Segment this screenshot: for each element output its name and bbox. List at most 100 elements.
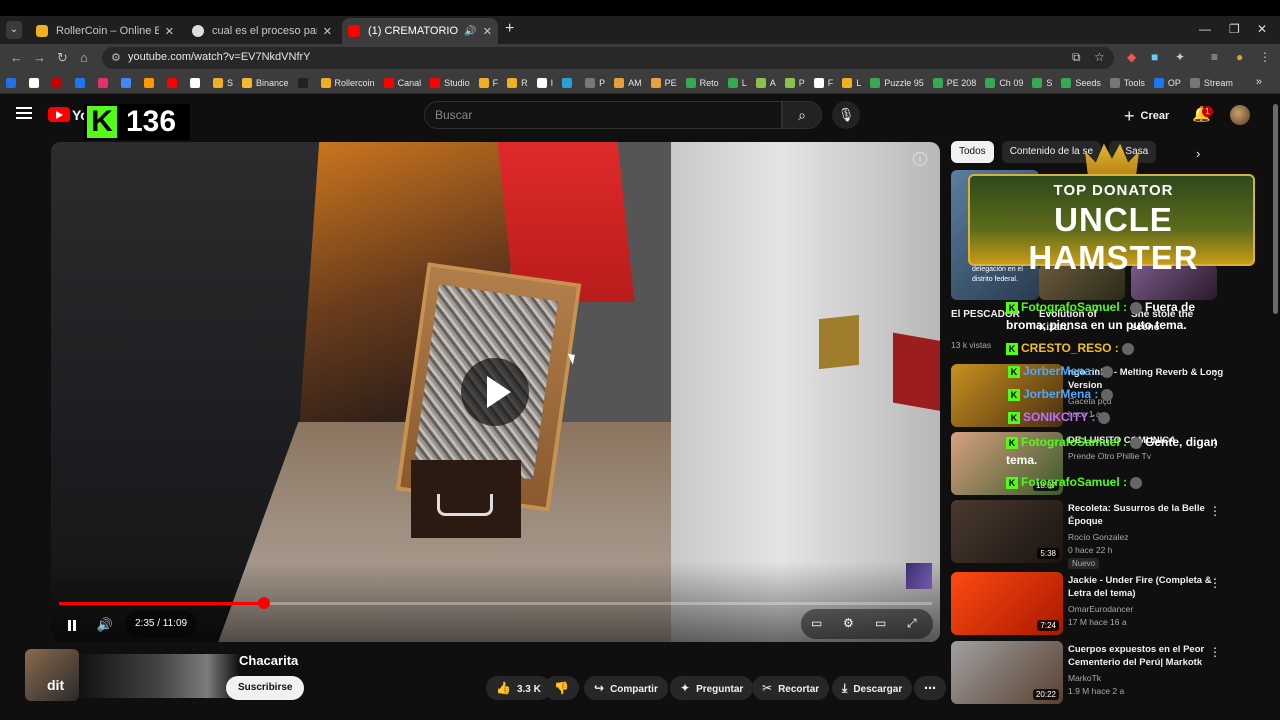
browser-tab-search[interactable]: cual es el proceso para cremar ✕ [186, 18, 338, 44]
play-overlay-button[interactable] [461, 358, 529, 426]
info-icon[interactable]: i [913, 152, 927, 166]
maximize-icon[interactable]: ❐ [1229, 22, 1240, 36]
bookmark-item[interactable]: Rollercoin [320, 77, 375, 88]
bookmark-item[interactable]: F [813, 77, 833, 88]
bookmark-item[interactable] [167, 77, 181, 88]
bookmark-item[interactable] [121, 77, 135, 88]
subtitles-icon[interactable]: ▭ [811, 616, 822, 630]
account-avatar[interactable] [1230, 105, 1250, 125]
new-tab-button[interactable]: + [505, 20, 514, 38]
more-bookmarks-icon[interactable]: » [1256, 76, 1262, 88]
browser-menu-icon[interactable]: ⋮ [1259, 50, 1271, 64]
theater-mode-icon[interactable]: ▭ [875, 616, 886, 630]
more-options-icon[interactable]: ⋮ [1209, 368, 1221, 382]
video-player[interactable]: i 🔊 2:35 / 11:09 ▭ ⚙ ▭ ⤢ [51, 142, 940, 642]
subscribe-button[interactable]: Suscribirse [226, 676, 305, 700]
close-tab-icon[interactable]: ✕ [323, 25, 332, 38]
thumbs-up-button[interactable]: 👍 3.3 K [486, 676, 551, 700]
address-bar[interactable]: ⚙ youtube.com/watch?v=EV7NkdVNfrY [102, 47, 1114, 69]
ask-button[interactable]: ✦ Preguntar [670, 676, 754, 700]
bookmark-item[interactable] [6, 77, 20, 88]
progress-bar[interactable] [59, 597, 932, 609]
bookmark-item[interactable]: PE [650, 77, 677, 88]
tab-search-button[interactable]: ⌄ [6, 21, 22, 39]
bookmark-item[interactable] [98, 77, 112, 88]
bookmark-item[interactable]: L [842, 77, 861, 88]
extensions-puzzle-icon[interactable]: ✦ [1175, 50, 1185, 64]
chevron-right-icon[interactable]: › [1196, 146, 1200, 161]
voice-search-button[interactable]: 🎙 [832, 101, 860, 129]
bookmark-item[interactable] [29, 77, 43, 88]
extension-icon[interactable]: ■ [1151, 50, 1158, 64]
pause-button[interactable] [61, 614, 83, 636]
bookmark-item[interactable] [144, 77, 158, 88]
youtube-logo-icon[interactable] [48, 107, 70, 122]
reload-icon[interactable]: ↻ [57, 50, 68, 66]
download-button[interactable]: ⤓ Descargar [832, 676, 913, 700]
clip-button[interactable]: ✂ Recortar [752, 676, 830, 700]
bookmark-item[interactable]: I [536, 77, 553, 88]
search-button[interactable]: ⌕ [782, 101, 822, 129]
related-video-thumbnail[interactable]: 7:24 [951, 572, 1063, 635]
browser-tab-youtube[interactable]: (1) CREMATORIO - Cemente 🔊 ✕ [342, 18, 498, 44]
speaker-icon[interactable]: 🔊 [464, 26, 476, 37]
volume-icon[interactable]: 🔊 [93, 614, 117, 636]
related-video-channel[interactable]: Rocío Gonzalez [1068, 532, 1128, 542]
bookmark-item[interactable] [52, 77, 66, 88]
settings-gear-icon[interactable]: ⚙ [843, 616, 854, 630]
back-icon[interactable]: ← [10, 50, 23, 65]
close-window-icon[interactable]: ✕ [1257, 22, 1267, 36]
bookmark-item[interactable]: S [213, 77, 233, 88]
bookmark-item[interactable]: Binance [242, 77, 289, 88]
close-tab-icon[interactable]: ✕ [165, 25, 174, 38]
menu-icon[interactable] [16, 107, 32, 119]
bookmark-item[interactable]: S [1032, 77, 1052, 88]
bookmark-item[interactable]: Tools [1109, 77, 1145, 88]
more-options-icon[interactable]: ⋮ [1209, 645, 1221, 659]
bookmark-item[interactable]: AM [614, 77, 642, 88]
bookmark-item[interactable]: R [507, 77, 528, 88]
more-options-icon[interactable]: ⋮ [1209, 504, 1221, 518]
related-video-channel[interactable]: OmarEurodancer [1068, 604, 1133, 614]
thumbs-down-button[interactable]: 👎 [544, 676, 579, 700]
close-tab-icon[interactable]: ✕ [483, 25, 492, 38]
related-video-channel[interactable]: MarkoTk [1068, 673, 1101, 683]
bookmark-item[interactable] [190, 77, 204, 88]
more-options-icon[interactable]: ⋮ [1209, 576, 1221, 590]
channel-avatar[interactable]: dit [25, 649, 79, 701]
forward-icon[interactable]: → [33, 50, 46, 65]
site-info-icon[interactable]: ⚙ [111, 51, 121, 64]
home-icon[interactable]: ⌂ [80, 50, 88, 65]
search-input[interactable]: Buscar [424, 101, 782, 129]
bookmark-item[interactable]: Studio [430, 77, 470, 88]
bookmark-item[interactable]: L [727, 77, 747, 88]
bookmark-item[interactable]: A [755, 77, 776, 88]
bookmark-item[interactable]: OP [1153, 77, 1181, 88]
bookmark-star-icon[interactable]: ☆ [1094, 50, 1105, 64]
scrollbar-thumb[interactable] [1273, 104, 1278, 314]
minimize-icon[interactable]: — [1199, 22, 1211, 36]
extension-icon[interactable]: ◆ [1127, 50, 1136, 64]
related-video-thumbnail[interactable]: 5:38 [951, 500, 1063, 563]
bookmark-item[interactable]: P [784, 77, 805, 88]
filter-chip[interactable]: Todos [951, 141, 994, 163]
bookmark-item[interactable]: Stream [1189, 77, 1233, 88]
share-button[interactable]: ↪ Compartir [584, 676, 668, 700]
install-app-icon[interactable]: ⧉ [1072, 50, 1081, 65]
page-scrollbar[interactable] [1271, 94, 1280, 720]
bookmark-item[interactable]: Seeds [1061, 77, 1101, 88]
bookmark-item[interactable]: Reto [685, 77, 719, 88]
bookmark-item[interactable]: Puzzle 95 [870, 77, 924, 88]
bookmark-item[interactable] [562, 77, 576, 88]
bookmark-item[interactable]: F [478, 77, 498, 88]
bookmark-item[interactable] [75, 77, 89, 88]
related-video-thumbnail[interactable]: 20:22 [951, 641, 1063, 704]
more-button[interactable]: ⋯ [914, 676, 946, 700]
browser-tab-rollercoin[interactable]: RollerCoin – Online Bitcoin Mining ✕ [30, 18, 180, 44]
create-button[interactable]: + Crear [1124, 104, 1169, 128]
bookmark-item[interactable]: PE 208 [932, 77, 976, 88]
bookmark-item[interactable]: Canal [383, 77, 421, 88]
media-control-icon[interactable]: ≡ [1211, 50, 1218, 64]
profile-icon[interactable]: ● [1236, 50, 1243, 64]
bookmark-item[interactable]: P [585, 77, 605, 88]
